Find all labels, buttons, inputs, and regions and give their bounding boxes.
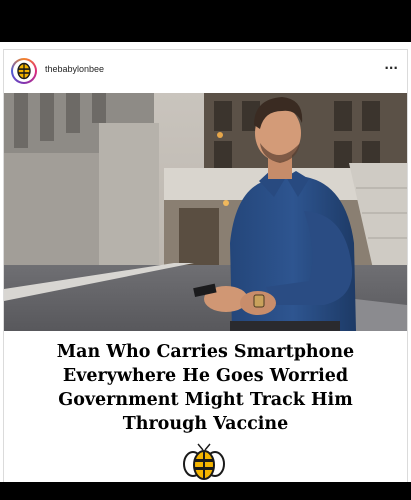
post-card: thebabylonbee ··· Man Who Carries Smartp… xyxy=(3,49,408,482)
top-black-bar xyxy=(0,0,411,42)
post-headline: Man Who Carries Smartphone Everywhere He… xyxy=(4,340,407,436)
headline-line: Government Might Track Him xyxy=(58,390,353,410)
post-photo[interactable] xyxy=(4,93,407,331)
bee-avatar-icon xyxy=(17,62,31,80)
bottom-black-bar xyxy=(0,482,411,500)
profile-avatar[interactable] xyxy=(11,58,37,84)
post-header: thebabylonbee ··· xyxy=(4,50,407,94)
headline-line: Everywhere He Goes Worried xyxy=(62,366,349,386)
more-options-icon[interactable]: ··· xyxy=(384,61,398,75)
headline-line: Through Vaccine xyxy=(122,414,289,434)
babylon-bee-logo-icon xyxy=(183,443,225,480)
post-username[interactable]: thebabylonbee xyxy=(45,64,104,74)
instagram-post: thebabylonbee ··· Man Who Carries Smartp… xyxy=(0,42,411,482)
headline-line: Man Who Carries Smartphone xyxy=(56,342,355,362)
